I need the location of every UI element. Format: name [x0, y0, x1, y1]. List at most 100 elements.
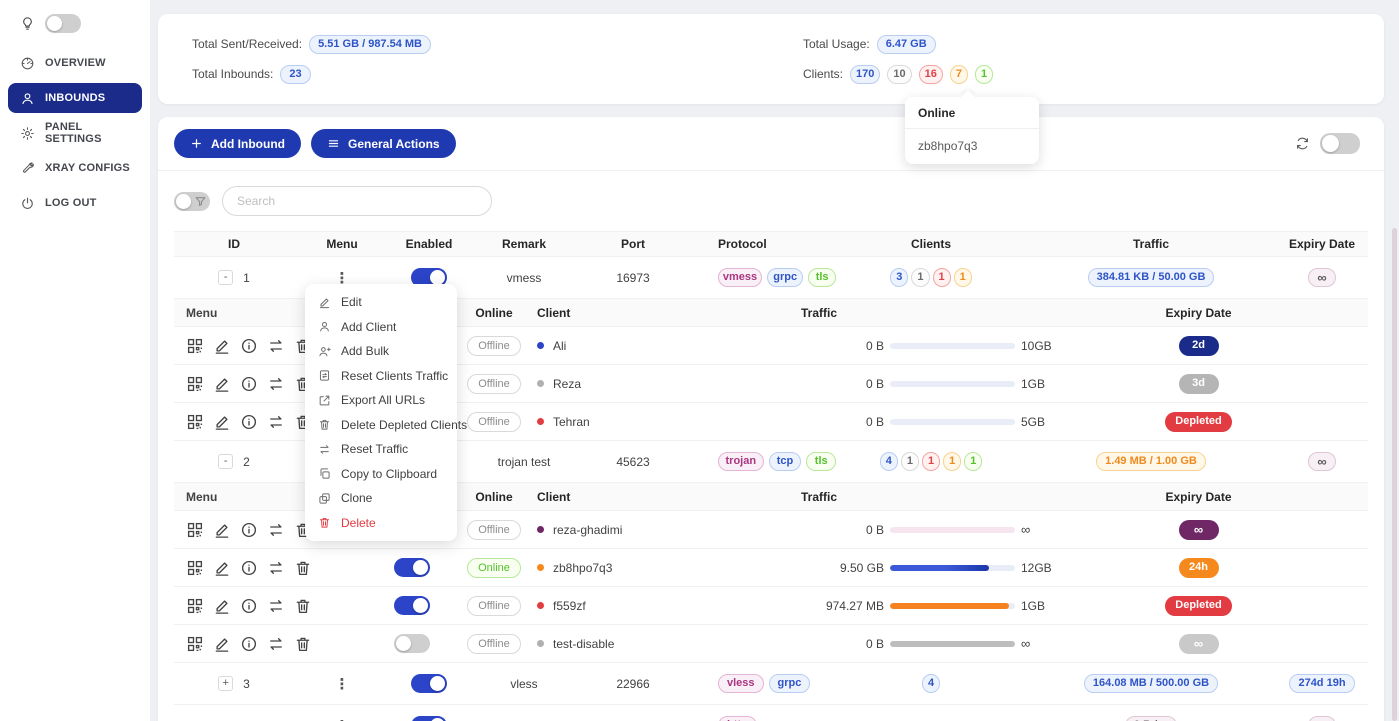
info-icon[interactable]: [240, 559, 258, 577]
menu-item-edit[interactable]: Edit: [305, 290, 457, 315]
online-status-pill: Offline: [467, 336, 521, 356]
protocol-badge: vless: [718, 674, 764, 693]
sidebar-item-label: PANEL SETTINGS: [45, 121, 130, 145]
delete-icon[interactable]: [294, 559, 312, 577]
protocol-badge: tls: [808, 268, 836, 287]
inbound-remark: trojan test: [468, 455, 580, 469]
menu-item-reset-traffic[interactable]: Reset Traffic: [305, 437, 457, 462]
client-name: reza-ghadimi: [553, 523, 622, 537]
subcol-traffic: Traffic: [789, 306, 1119, 320]
client-enabled-toggle[interactable]: [394, 634, 430, 653]
sidebar-item-xray-configs[interactable]: XRAY CONFIGS: [8, 153, 142, 183]
sidebar-item-inbounds[interactable]: INBOUNDS: [8, 83, 142, 113]
qr-code-icon[interactable]: [186, 635, 204, 653]
menu-item-add-bulk[interactable]: Add Bulk: [305, 339, 457, 364]
user-icon: [20, 91, 35, 106]
row-menu-dots[interactable]: ⋮: [335, 675, 350, 693]
traffic-used: 0 B: [789, 637, 884, 651]
qr-code-icon[interactable]: [186, 559, 204, 577]
menu-item-copy-to-clipboard[interactable]: Copy to Clipboard: [305, 462, 457, 487]
edit-icon[interactable]: [213, 635, 231, 653]
menu-item-clone[interactable]: Clone: [305, 486, 457, 511]
edit-icon[interactable]: [213, 413, 231, 431]
qr-code-icon[interactable]: [186, 597, 204, 615]
search-row: [158, 171, 1384, 231]
reset-traffic-icon[interactable]: [267, 635, 285, 653]
collapse-button[interactable]: -: [218, 270, 233, 285]
total-sent-received-label: Total Sent/Received:: [192, 37, 302, 51]
client-name: Ali: [553, 339, 566, 353]
menu-item-export-all-urls[interactable]: Export All URLs: [305, 388, 457, 413]
clients-count-badge: 1: [933, 268, 951, 287]
dark-mode-toggle[interactable]: [45, 14, 81, 33]
col-header-port: Port: [580, 237, 686, 251]
clients-total-badge[interactable]: 170: [850, 65, 880, 84]
edit-icon[interactable]: [213, 337, 231, 355]
menu-item-delete[interactable]: Delete: [305, 511, 457, 536]
clients-expiring-badge[interactable]: 7: [950, 65, 968, 84]
reset-traffic-icon[interactable]: [267, 559, 285, 577]
info-icon[interactable]: [240, 521, 258, 539]
general-actions-button[interactable]: General Actions: [311, 129, 456, 158]
expand-button[interactable]: +: [218, 676, 233, 691]
inbound-row: 4 ⋮ httptest 11503 http 0 B / ∞ ∞: [174, 705, 1368, 721]
clients-deactivated-badge[interactable]: 10: [887, 65, 911, 84]
delete-icon[interactable]: [294, 635, 312, 653]
menu-item-delete-depleted-clients[interactable]: Delete Depleted Clients: [305, 413, 457, 438]
clients-label: Clients:: [803, 67, 843, 81]
inbound-enabled-toggle[interactable]: [411, 716, 447, 721]
clients-online-badge[interactable]: 1: [975, 65, 993, 84]
search-input[interactable]: [222, 186, 492, 216]
sidebar-item-log-out[interactable]: LOG OUT: [8, 188, 142, 218]
add-inbound-button[interactable]: Add Inbound: [174, 129, 301, 158]
collapse-button[interactable]: -: [218, 454, 233, 469]
traffic-limit: 1GB: [1021, 377, 1045, 391]
reset-traffic-icon[interactable]: [267, 413, 285, 431]
menu-item-reset-clients-traffic[interactable]: Reset Clients Traffic: [305, 364, 457, 389]
sidebar-item-panel-settings[interactable]: PANEL SETTINGS: [8, 118, 142, 148]
auto-refresh-toggle[interactable]: [1320, 133, 1360, 154]
info-icon[interactable]: [240, 597, 258, 615]
qr-code-icon[interactable]: [186, 375, 204, 393]
traffic-used: 0 B: [789, 339, 884, 353]
qr-code-icon[interactable]: [186, 413, 204, 431]
edit-icon[interactable]: [213, 597, 231, 615]
qr-code-icon[interactable]: [186, 521, 204, 539]
reset-traffic-icon[interactable]: [267, 375, 285, 393]
protocol-badge: grpc: [767, 268, 803, 287]
client-status-dot: [537, 564, 544, 571]
subcol-client: Client: [529, 490, 789, 504]
info-icon[interactable]: [240, 413, 258, 431]
edit-icon[interactable]: [213, 521, 231, 539]
refresh-icon[interactable]: [1295, 136, 1310, 151]
clients-count-badge: 1: [943, 452, 961, 471]
inbound-enabled-toggle[interactable]: [411, 674, 447, 693]
sidebar: OVERVIEW INBOUNDS PANEL SETTINGS XRAY CO…: [0, 0, 150, 721]
total-usage-badge: 6.47 GB: [877, 35, 936, 54]
info-icon[interactable]: [240, 375, 258, 393]
sidebar-item-overview[interactable]: OVERVIEW: [8, 48, 142, 78]
gear-icon: [20, 126, 35, 141]
filter-toggle[interactable]: [174, 192, 210, 211]
scrollbar[interactable]: [1392, 228, 1397, 721]
reset-traffic-icon[interactable]: [267, 337, 285, 355]
reset-traffic-icon[interactable]: [267, 597, 285, 615]
col-header-clients: Clients: [836, 237, 1026, 251]
info-icon[interactable]: [240, 635, 258, 653]
clients-count-badge: 4: [922, 674, 940, 693]
client-enabled-toggle[interactable]: [394, 558, 430, 577]
users-icon: [318, 345, 331, 358]
info-icon[interactable]: [240, 337, 258, 355]
reset-traffic-icon[interactable]: [267, 521, 285, 539]
qr-code-icon[interactable]: [186, 337, 204, 355]
total-usage-label: Total Usage:: [803, 37, 870, 51]
edit-icon[interactable]: [213, 559, 231, 577]
row-menu-dots[interactable]: ⋮: [335, 717, 350, 721]
expiry-badge: ∞: [1308, 268, 1335, 287]
client-enabled-toggle[interactable]: [394, 596, 430, 615]
protocol-badge: grpc: [769, 674, 811, 693]
menu-item-add-client[interactable]: Add Client: [305, 315, 457, 340]
clients-depleted-badge[interactable]: 16: [919, 65, 943, 84]
delete-icon[interactable]: [294, 597, 312, 615]
edit-icon[interactable]: [213, 375, 231, 393]
